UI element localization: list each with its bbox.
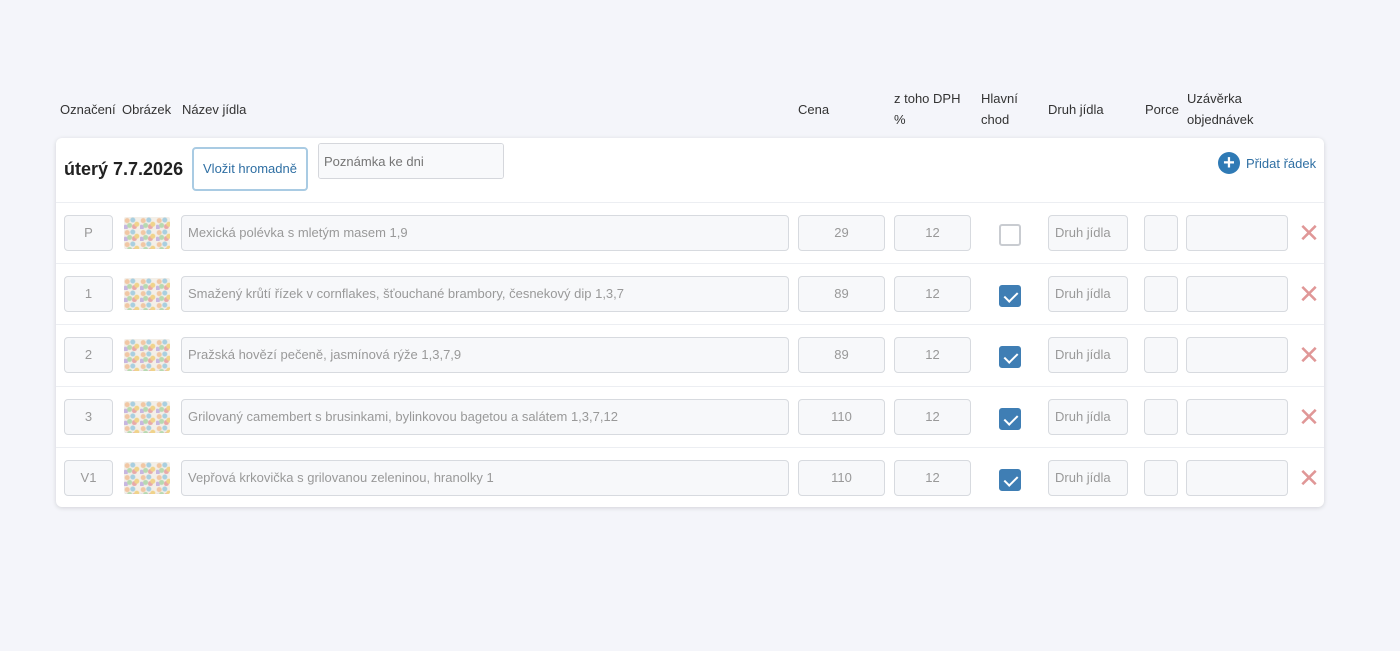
header-dph-line1: z toho DPH [894,91,961,106]
code-field[interactable]: P [64,215,113,251]
meal-name-field[interactable]: Mexická polévka s mletým masem 1,9 [181,215,789,251]
order-deadline-field[interactable] [1186,398,1288,435]
price-field[interactable]: 29 [798,215,885,251]
table-row: 1 Smažený krůtí řízek v cornflakes, šťouc… [56,263,1324,325]
order-deadline-field[interactable] [1186,215,1288,251]
portion-field[interactable] [1144,398,1178,435]
food-image[interactable] [124,339,170,372]
meal-name-field[interactable]: Pražská hovězí pečeně, jasmínová rýže 1,… [181,337,789,374]
header-porce: Porce [1145,102,1179,117]
delete-row-icon[interactable]: ✕ [1297,281,1321,307]
code-field[interactable]: V1 [64,459,113,496]
plus-circle-icon: + [1218,152,1240,174]
portion-field[interactable] [1144,337,1178,374]
table-row: 2 Pražská hovězí pečeně, jasmínová rýže 1… [56,324,1324,386]
meal-name-field[interactable]: Smažený krůtí řízek v cornflakes, šťouch… [181,276,789,313]
table-row: V1 Vepřová krkovička s grilovanou zelenin… [56,446,1324,509]
header-nazev: Název jídla [182,102,247,117]
main-course-checkbox[interactable] [999,407,1021,430]
header-dph: z toho DPH % [894,88,960,130]
code-field[interactable]: 1 [64,276,113,313]
price-field[interactable]: 89 [798,337,885,374]
vat-field[interactable]: 12 [894,398,971,435]
portion-field[interactable] [1144,459,1178,496]
price-field[interactable]: 89 [798,276,885,313]
day-title: úterý 7.7.2026 [64,159,184,179]
add-row-button[interactable]: + Přidat řádek [1218,151,1316,175]
order-deadline-field[interactable] [1186,337,1288,374]
header-uzaverka-line2: objednávek [1187,112,1254,127]
vat-field[interactable]: 12 [894,215,971,251]
header-cena: Cena [798,102,830,117]
main-course-checkbox[interactable] [999,346,1021,369]
table-row: 3 Grilovaný camembert s brusinkami, bylin… [56,385,1324,448]
order-deadline-field[interactable] [1186,459,1288,496]
portion-field[interactable] [1144,276,1178,313]
meal-type-field[interactable]: Druh jídla [1048,459,1128,496]
meal-name-field[interactable]: Grilovaný camembert s brusinkami, bylink… [181,398,789,435]
delete-row-icon[interactable]: ✕ [1297,342,1321,368]
day-note-input[interactable] [318,143,504,179]
code-field[interactable]: 2 [64,337,113,374]
meal-type-field[interactable]: Druh jídla [1048,215,1128,251]
price-field[interactable]: 110 [798,398,885,435]
delete-row-icon[interactable]: ✕ [1297,220,1321,246]
order-deadline-field[interactable] [1186,276,1288,313]
header-druh: Druh jídla [1048,102,1104,117]
food-image[interactable] [124,400,170,433]
add-row-label: Přidat řádek [1246,155,1317,171]
bulk-insert-button[interactable]: Vložit hromadně [192,147,308,191]
main-course-checkbox[interactable] [999,224,1021,246]
vat-field[interactable]: 12 [894,459,971,496]
delete-row-icon[interactable]: ✕ [1297,404,1321,430]
portion-field[interactable] [1144,215,1178,251]
main-course-checkbox[interactable] [999,285,1021,308]
table-row: P Mexická polévka s mletým masem 1,9 29 12 D… [56,202,1324,264]
header-dph-line2: % [894,112,906,127]
price-field[interactable]: 110 [798,459,885,496]
food-image[interactable] [124,461,170,494]
food-image[interactable] [124,217,170,249]
header-hlavni-line2: chod [981,112,1010,127]
header-uzaverka: Uzávěrka objednávek [1187,88,1254,130]
header-uzaverka-line1: Uzávěrka [1187,91,1242,106]
code-field[interactable]: 3 [64,398,113,435]
vat-field[interactable]: 12 [894,276,971,313]
meal-type-field[interactable]: Druh jídla [1048,337,1128,374]
header-obrazek: Obrázek [122,102,172,117]
header-hlavni-chod: Hlavní chod [981,88,1018,130]
day-card: úterý 7.7.2026 Vložit hromadně + Přidat … [56,138,1324,507]
header-oznaceni: Označení [60,102,116,117]
meal-type-field[interactable]: Druh jídla [1048,398,1128,435]
header-hlavni-line1: Hlavní [981,91,1018,106]
vat-field[interactable]: 12 [894,337,971,374]
meal-type-field[interactable]: Druh jídla [1048,276,1128,313]
food-image[interactable] [124,278,170,311]
meal-name-field[interactable]: Vepřová krkovička s grilovanou zeleninou… [181,459,789,496]
main-course-checkbox[interactable] [999,468,1021,491]
delete-row-icon[interactable]: ✕ [1297,465,1321,491]
